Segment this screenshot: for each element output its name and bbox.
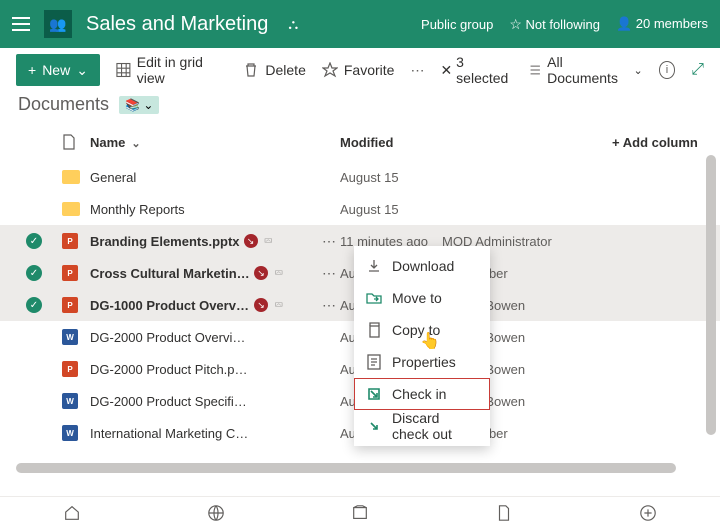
pptx-icon: P (62, 297, 78, 313)
ctx-discard-checkout[interactable]: Discard check out (354, 410, 490, 442)
globe-icon[interactable] (207, 504, 225, 522)
file-header-icon (62, 134, 76, 150)
ctx-move-to[interactable]: Move to (354, 282, 490, 314)
row-more-icon[interactable]: ⋯ (322, 265, 336, 281)
list-icon (529, 63, 541, 77)
file-name[interactable]: General (90, 170, 136, 185)
row-more-icon[interactable]: ⋯ (322, 233, 336, 249)
new-button[interactable]: + New ⌄ (16, 54, 100, 86)
selection-count[interactable]: ✕ 3 selected (440, 54, 512, 86)
check-in-icon (366, 386, 382, 402)
share-icon[interactable]: ⮹ (264, 234, 274, 249)
add-icon[interactable] (639, 504, 657, 522)
docx-icon: W (62, 393, 78, 409)
ctx-check-in[interactable]: Check in (354, 378, 490, 410)
checkmark-icon[interactable] (26, 297, 42, 313)
star-icon: ☆ (509, 16, 522, 32)
file-name[interactable]: International Marketing Campaigns.docx (90, 426, 250, 441)
docx-icon: W (62, 329, 78, 345)
top-bar: 👥 Sales and Marketing ⛬ Public group ☆ N… (0, 0, 720, 48)
file-icon[interactable] (495, 504, 513, 522)
col-name[interactable]: Name (90, 135, 125, 150)
site-logo[interactable]: 👥 (44, 10, 72, 38)
file-name[interactable]: DG-2000 Product Specification.docx (90, 394, 250, 409)
info-icon[interactable]: i (659, 61, 676, 79)
file-name[interactable]: DG-1000 Product Overview.p… (90, 298, 250, 313)
home-icon[interactable] (63, 504, 81, 522)
star-icon (322, 62, 338, 78)
share-icon[interactable]: ⮹ (274, 266, 284, 281)
folder-icon (62, 170, 80, 184)
view-selector[interactable]: All Documents ⌄ (529, 54, 643, 86)
file-name[interactable]: Monthly Reports (90, 202, 185, 217)
table-row[interactable]: General August 15 (0, 161, 720, 193)
properties-icon (366, 354, 382, 370)
breadcrumb: Documents 📚 ⌄ (0, 92, 720, 123)
group-privacy: Public group (421, 17, 493, 32)
horizontal-scrollbar[interactable] (16, 463, 692, 473)
discard-icon (366, 418, 382, 434)
checked-out-icon: ↘ (244, 234, 258, 248)
table-row[interactable]: Monthly Reports August 15 (0, 193, 720, 225)
folder-icon (62, 202, 80, 216)
modified-cell: August 15 (340, 170, 442, 185)
command-bar: + New ⌄ Edit in grid view Delete Favorit… (0, 48, 720, 92)
more-actions-button[interactable]: ⋯ (410, 62, 424, 79)
menu-icon[interactable] (12, 17, 30, 31)
row-more-icon[interactable]: ⋯ (322, 297, 336, 313)
col-modified[interactable]: Modified (340, 135, 393, 150)
file-name[interactable]: Branding Elements.pptx (90, 234, 240, 249)
modified-cell: August 15 (340, 202, 442, 217)
file-name[interactable]: Cross Cultural Marketing Ca… (90, 266, 250, 281)
delete-button[interactable]: Delete (243, 62, 305, 78)
person-icon: 👤 (616, 16, 632, 31)
cursor-icon: 👆 (420, 331, 440, 351)
vertical-scrollbar[interactable] (706, 123, 716, 453)
teams-icon[interactable]: ⛬ (288, 16, 298, 33)
members-link[interactable]: 👤 20 members (616, 16, 708, 32)
view-chip[interactable]: 📚 ⌄ (119, 96, 159, 114)
docs-icon[interactable] (351, 504, 369, 522)
pptx-icon: P (62, 361, 78, 377)
expand-icon[interactable]: ⤢ (691, 61, 704, 79)
pptx-icon: P (62, 265, 78, 281)
pptx-icon: P (62, 233, 78, 249)
docx-icon: W (62, 425, 78, 441)
share-icon[interactable]: ⮹ (274, 298, 284, 313)
follow-toggle[interactable]: ☆ Not following (509, 16, 600, 33)
file-name[interactable]: DG-2000 Product Pitch.pptx (90, 362, 250, 377)
checkmark-icon[interactable] (26, 265, 42, 281)
folder-arrow-icon (366, 290, 382, 306)
checkmark-icon[interactable] (26, 233, 42, 249)
grid-icon (116, 62, 131, 78)
library-title: Documents (18, 94, 109, 115)
table-header: Name Modified + Add column (0, 123, 720, 161)
site-title: Sales and Marketing (86, 13, 268, 36)
ctx-download[interactable]: Download (354, 250, 490, 282)
bottom-nav (0, 496, 720, 528)
checked-out-icon: ↘ (254, 266, 268, 280)
favorite-button[interactable]: Favorite (322, 62, 395, 78)
file-name[interactable]: DG-2000 Product Overview.docx (90, 330, 250, 345)
copy-icon (366, 322, 382, 338)
edit-grid-button[interactable]: Edit in grid view (116, 54, 227, 86)
trash-icon (243, 62, 259, 78)
checked-out-icon: ↘ (254, 298, 268, 312)
add-column-button[interactable]: + Add column (612, 135, 698, 150)
download-icon (366, 258, 382, 274)
